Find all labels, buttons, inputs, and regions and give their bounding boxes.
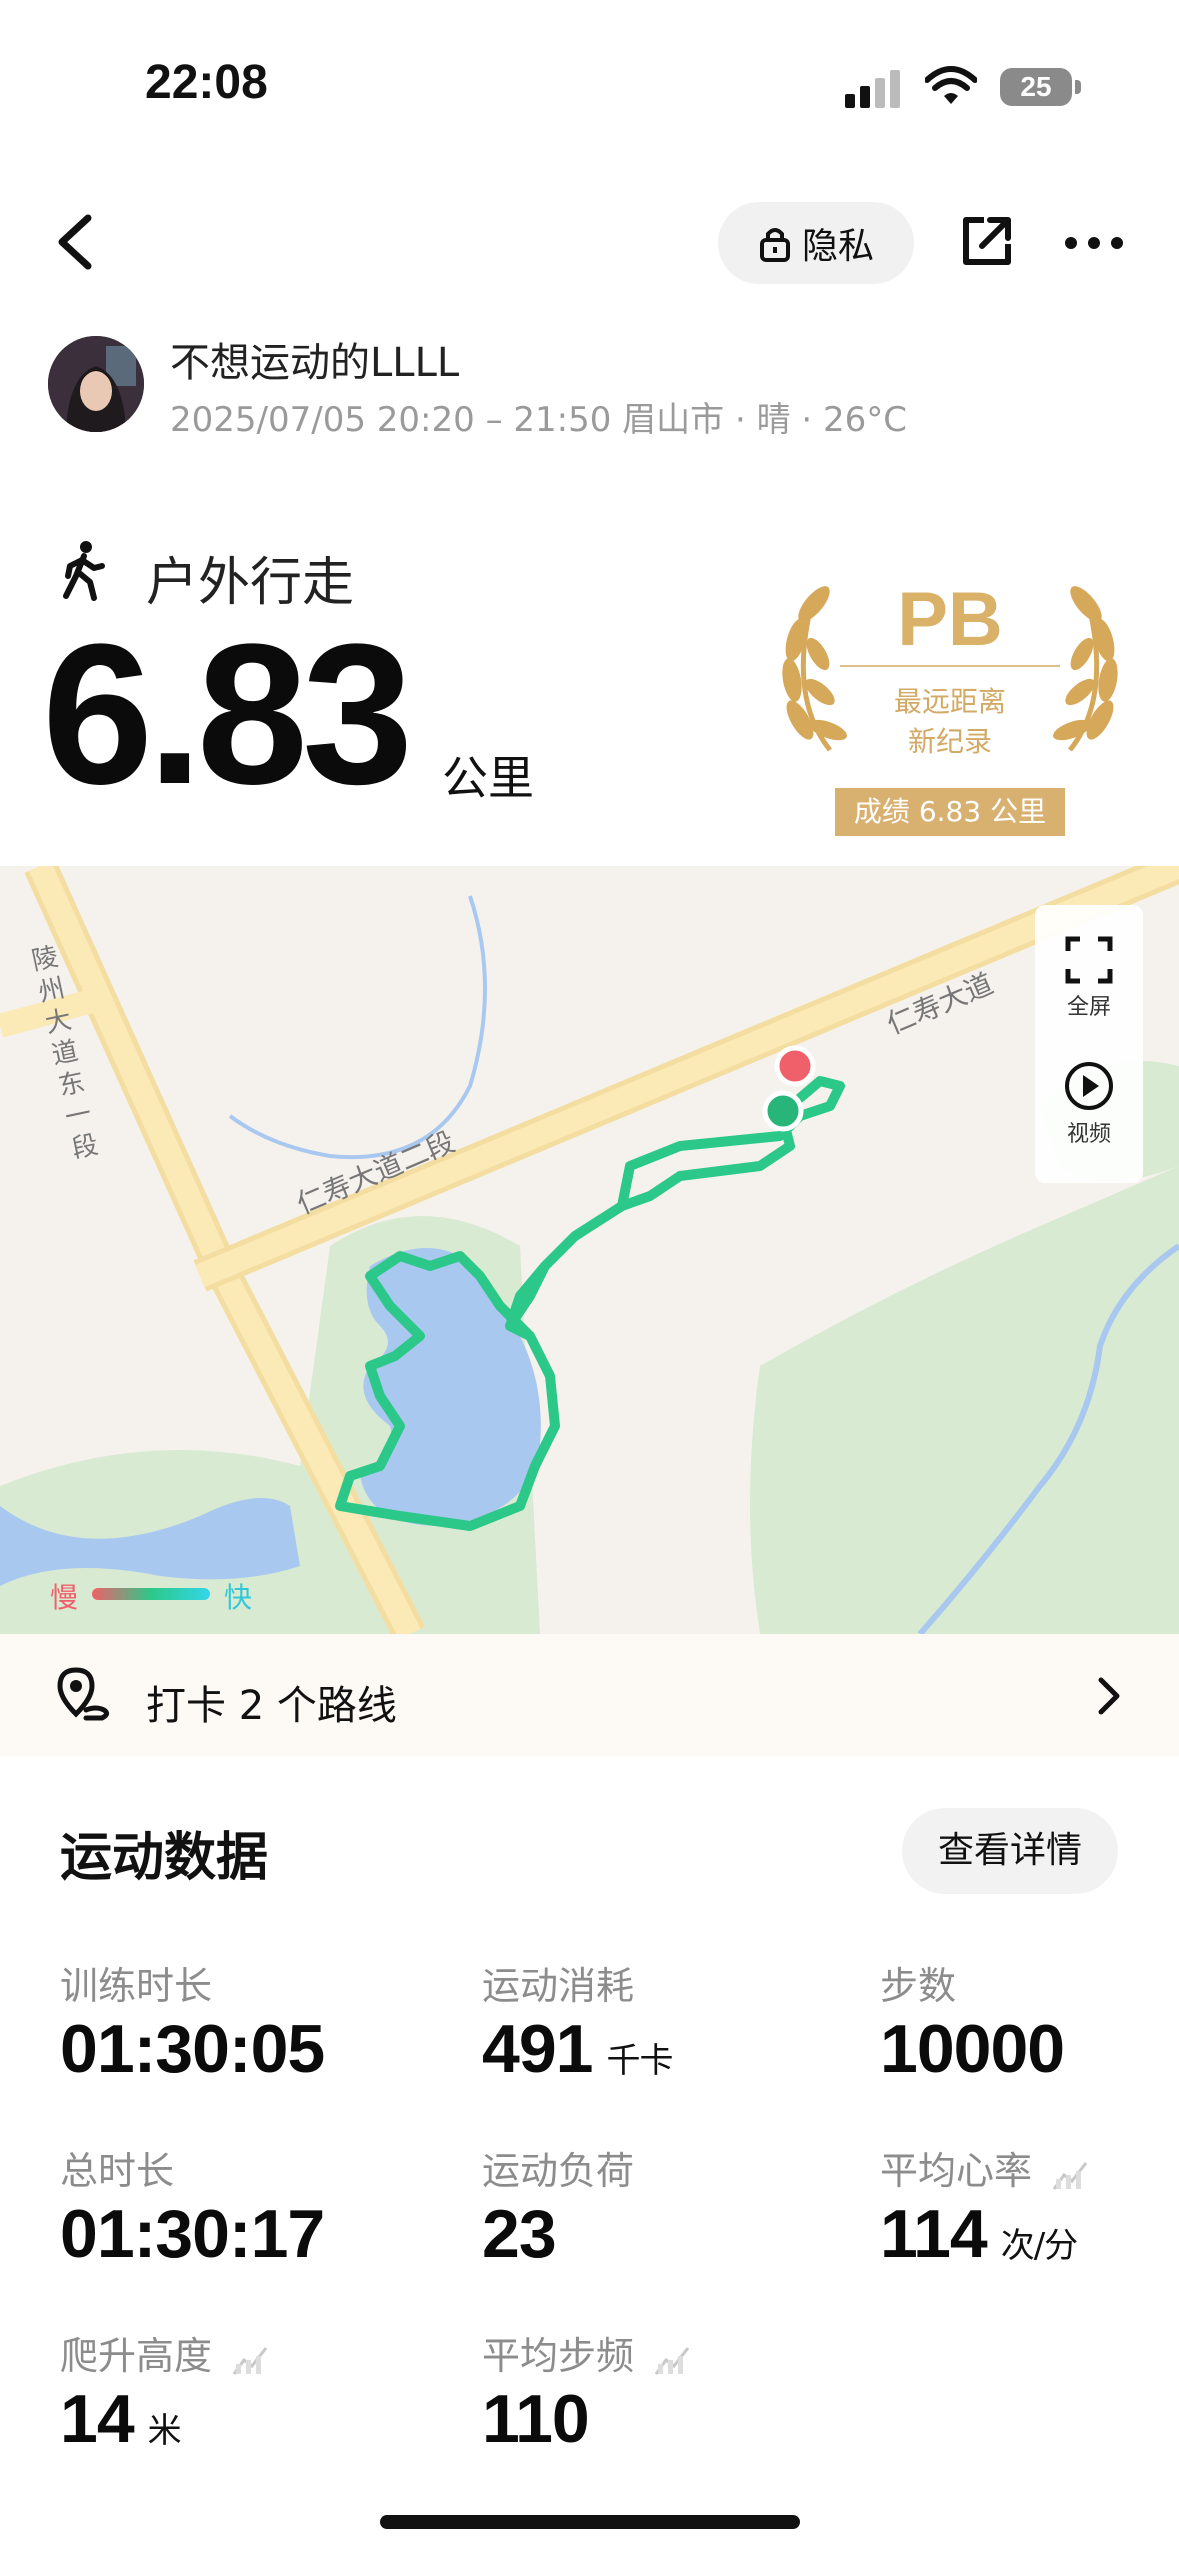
more-icon[interactable] — [1064, 236, 1124, 250]
chevron-right-icon[interactable] — [1096, 1676, 1122, 1716]
stat-label: 平均心率 — [880, 2140, 1090, 2195]
route-pin-icon — [57, 1667, 110, 1721]
pace-gradient-bar — [92, 1588, 210, 1600]
stat-label: 步数 — [880, 1964, 957, 2008]
stat-value: 491 千卡 — [482, 2011, 673, 2087]
chart-icon — [232, 2346, 268, 2375]
lock-icon — [759, 228, 790, 262]
cellular-signal-icon — [845, 70, 900, 108]
stat-value: 23 — [482, 2196, 557, 2272]
chart-icon — [1052, 2161, 1088, 2190]
stat-unit: 米 — [147, 2411, 182, 2451]
home-indicator[interactable] — [380, 2515, 800, 2529]
pb-result: 成绩 6.83 公里 — [835, 788, 1065, 836]
fullscreen-icon — [1065, 936, 1113, 984]
route-path — [335, 1045, 845, 1531]
stats-title: 运动数据 — [60, 1828, 269, 1888]
stat-value: 01:30:17 — [60, 2196, 325, 2272]
distance-unit: 公里 — [442, 751, 534, 805]
stat-unit: 千卡 — [606, 2041, 673, 2081]
pb-line2: 新纪录 — [907, 725, 992, 758]
stat-value: 14 米 — [60, 2381, 182, 2457]
stat-label: 平均步频 — [482, 2325, 692, 2380]
stat-label: 训练时长 — [60, 1964, 213, 2008]
distance-value: 6.83 — [42, 603, 413, 826]
video-button[interactable]: 视频 — [1035, 1060, 1143, 1148]
fullscreen-label: 全屏 — [1066, 995, 1111, 1020]
stat-label: 运动负荷 — [482, 2149, 635, 2193]
avatar[interactable] — [48, 336, 144, 432]
stat-value: 114 次/分 — [880, 2196, 1078, 2272]
privacy-label: 隐私 — [801, 226, 874, 267]
route-map[interactable]: 陵州大道东一段 仁寿大道二段 仁寿大道 慢 快 — [0, 866, 1179, 1634]
back-icon[interactable] — [52, 212, 96, 272]
legend-fast: 快 — [224, 1581, 253, 1614]
stat-unit: 次/分 — [1000, 2226, 1078, 2266]
map-controls: 全屏 视频 — [1035, 905, 1143, 1183]
stat-label: 运动消耗 — [482, 1964, 635, 2008]
walking-icon — [63, 541, 105, 601]
battery-tip — [1075, 80, 1081, 94]
activity-meta: 2025/07/05 20:20 – 21:50 眉山市 · 晴 · 26°C — [170, 400, 908, 440]
pb-line1: 最远距离 — [893, 685, 1006, 718]
route-checkin-text: 打卡 2 个路线 — [146, 1683, 397, 1729]
stat-value: 01:30:05 — [60, 2011, 325, 2087]
stat-value: 10000 — [880, 2011, 1065, 2087]
play-icon — [1065, 1062, 1113, 1110]
stat-value: 110 — [482, 2381, 590, 2457]
pb-title: PB — [897, 577, 1003, 662]
chart-icon — [654, 2346, 690, 2375]
privacy-button[interactable]: 隐私 — [718, 202, 914, 284]
status-time: 22:08 — [145, 56, 268, 109]
wifi-icon — [925, 66, 977, 104]
pb-divider — [840, 665, 1060, 667]
legend-slow: 慢 — [50, 1581, 79, 1614]
video-label: 视频 — [1066, 1122, 1111, 1147]
share-icon[interactable] — [958, 212, 1016, 270]
view-details-button[interactable]: 查看详情 — [902, 1808, 1118, 1894]
stat-label: 总时长 — [60, 2149, 175, 2193]
user-name: 不想运动的LLLL — [170, 340, 460, 386]
fullscreen-button[interactable]: 全屏 — [1035, 935, 1143, 1021]
battery-indicator: 25 — [1000, 68, 1072, 106]
stat-label: 爬升高度 — [60, 2325, 270, 2380]
pb-badge[interactable]: PB 最远距离 新纪录 成绩 6.83 公里 — [770, 570, 1130, 840]
